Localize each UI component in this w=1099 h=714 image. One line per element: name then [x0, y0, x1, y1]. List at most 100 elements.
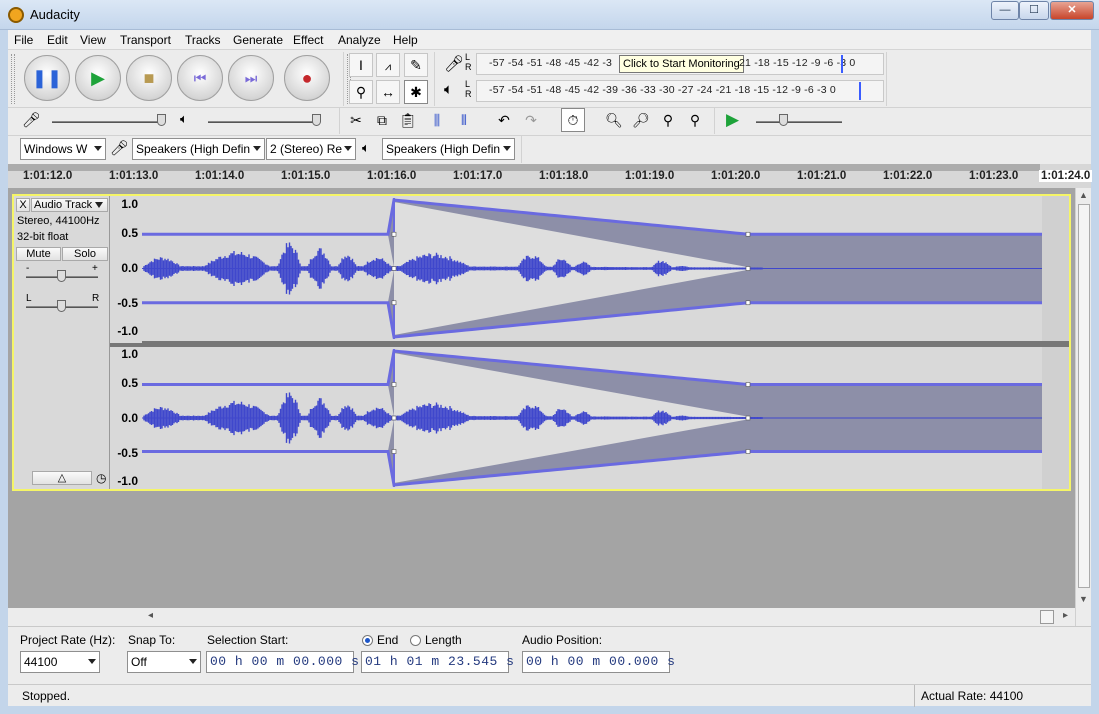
menu-edit[interactable]: Edit — [47, 33, 68, 47]
stop-button[interactable]: ■ — [126, 55, 172, 101]
menu-view[interactable]: View — [80, 33, 106, 47]
input-volume-thumb[interactable] — [157, 114, 166, 126]
fit-project-button[interactable]: ⚲ — [683, 109, 707, 133]
zoom-tool[interactable]: ⚲ — [349, 80, 373, 104]
vertical-scale[interactable]: 1.0 0.5 0.0 -0.5 -1.0 1.0 0.5 0.0 -0.5 -… — [110, 196, 142, 489]
zoom-in-button[interactable]: 🔍︎ — [602, 109, 626, 133]
play-speed-thumb[interactable] — [779, 114, 788, 126]
output-volume-thumb[interactable] — [312, 114, 321, 126]
track-menu-arrow-icon — [95, 202, 103, 208]
host-select[interactable]: Windows W — [20, 138, 106, 160]
paste-button[interactable]: 📋︎ — [396, 109, 420, 133]
selection-start-field[interactable]: 00 h 00 m 00.000 s — [206, 651, 359, 673]
sync-lock-button[interactable]: ⏱ — [561, 108, 585, 132]
timeshift-tool[interactable]: ↔ — [376, 80, 400, 104]
undo-button[interactable]: ↶ — [492, 109, 516, 133]
pause-button[interactable]: ❚❚ — [24, 55, 70, 101]
playback-meter-icon[interactable]: 🔈︎ — [444, 81, 453, 98]
project-rate-select[interactable]: 44100 — [20, 651, 100, 673]
scroll-up-icon[interactable]: ▲ — [1079, 190, 1088, 200]
maximize-button[interactable]: ☐ — [1019, 1, 1049, 20]
multi-tool-icon: ✱ — [410, 84, 422, 100]
scroll-left-icon[interactable]: ◂ — [148, 610, 153, 621]
vertical-scrollbar[interactable]: ▲ ▼ — [1075, 188, 1091, 626]
close-button[interactable]: ✕ — [1050, 1, 1094, 20]
record-meter[interactable]: -57 -54 -51 -48 -45 -42 -3 Click to Star… — [476, 53, 884, 75]
solo-button[interactable]: Solo — [62, 247, 108, 261]
skip-start-button[interactable]: ⏮ — [177, 55, 223, 101]
menu-effect[interactable]: Effect — [293, 33, 323, 47]
play-button[interactable]: ▶ — [75, 55, 121, 101]
playback-device-select[interactable]: Speakers (High Defin — [382, 138, 515, 160]
menu-generate[interactable]: Generate — [233, 33, 283, 47]
redo-button[interactable]: ↷ — [519, 109, 543, 133]
scroll-down-icon[interactable]: ▼ — [1079, 594, 1088, 604]
track-menu-button[interactable]: Audio Track — [31, 198, 108, 212]
recording-device-select[interactable]: Speakers (High Defin — [132, 138, 265, 160]
microphone-icon: 🎤︎ — [22, 112, 42, 129]
track-close-button[interactable]: X — [16, 198, 30, 212]
audio-position-field[interactable]: 00 h 00 m 00.000 s — [522, 651, 675, 673]
menu-help[interactable]: Help — [393, 33, 418, 47]
timeline-ruler[interactable]: 1:01:12.0 1:01:13.0 1:01:14.0 1:01:15.0 … — [8, 164, 1093, 188]
paste-icon: 📋︎ — [399, 112, 417, 128]
mute-button[interactable]: Mute — [16, 247, 61, 261]
meter-left-label: L — [465, 52, 471, 62]
track-control-panel: X Audio Track Stereo, 44100Hz 32-bit flo… — [14, 196, 110, 489]
snap-to-label: Snap To: — [128, 633, 176, 647]
zoom-out-button[interactable]: 🔎︎ — [629, 109, 653, 133]
cut-button[interactable]: ✂ — [344, 109, 368, 133]
channels-select[interactable]: 2 (Stereo) Re — [266, 138, 356, 160]
scroll-right-icon[interactable]: ▸ — [1063, 610, 1068, 621]
silence-button[interactable]: ⫴ — [452, 109, 476, 133]
end-radio[interactable] — [362, 635, 373, 646]
peak-marker — [841, 55, 843, 73]
menu-transport[interactable]: Transport — [120, 33, 171, 47]
ruler-label: 1:01:13.0 — [109, 170, 159, 182]
horizontal-scroll-thumb[interactable] — [1040, 610, 1054, 624]
microphone-icon: 🎤︎ — [110, 140, 130, 157]
fit-selection-button[interactable]: ⚲ — [656, 109, 680, 133]
horizontal-scrollbar[interactable]: ◂ ▸ — [8, 608, 1075, 626]
play-at-speed-button[interactable]: ▶ — [726, 110, 739, 130]
fit-project-icon: ⚲ — [689, 112, 701, 128]
pan-left-label: L — [26, 293, 32, 304]
trim-button[interactable]: ⫼ — [425, 109, 449, 133]
menu-file[interactable]: File — [14, 33, 33, 47]
snap-to-select[interactable]: Off — [127, 651, 201, 673]
skip-end-button[interactable]: ⏭ — [228, 55, 274, 101]
selection-tool[interactable]: I — [349, 53, 373, 77]
selection-end-field[interactable]: 01 h 01 m 23.545 s — [361, 651, 514, 673]
multi-tool[interactable]: ✱ — [404, 80, 428, 104]
zoom-out-icon: 🔎︎ — [632, 112, 650, 128]
audio-track[interactable]: X Audio Track Stereo, 44100Hz 32-bit flo… — [12, 194, 1071, 491]
envelope-tool[interactable]: ⩘ — [376, 53, 400, 77]
gain-thumb[interactable] — [57, 270, 66, 282]
input-volume-slider[interactable] — [52, 121, 164, 123]
minimize-button[interactable]: — — [991, 1, 1019, 20]
record-icon: ● — [301, 68, 313, 88]
waveform-display[interactable] — [142, 196, 1069, 489]
draw-tool[interactable]: ✎ — [404, 53, 428, 77]
title-bar: Audacity — ☐ ✕ — [0, 0, 1099, 30]
toolbar-grip[interactable] — [11, 54, 15, 104]
menu-analyze[interactable]: Analyze — [338, 33, 381, 47]
vertical-scroll-thumb[interactable] — [1078, 204, 1090, 588]
scale-label: -1.0 — [117, 474, 138, 488]
host-value: Windows W — [24, 142, 88, 156]
menu-tracks[interactable]: Tracks — [185, 33, 221, 47]
record-meter-icon[interactable]: 🎤︎ — [444, 54, 464, 74]
pan-thumb[interactable] — [57, 300, 66, 312]
record-button[interactable]: ● — [284, 55, 330, 101]
copy-button[interactable]: ⧉ — [370, 109, 394, 133]
collapse-icon: △ — [57, 472, 67, 484]
output-volume-slider[interactable] — [208, 121, 320, 123]
collapse-track-button[interactable]: △ — [32, 471, 92, 485]
scissors-icon: ✂ — [350, 112, 362, 128]
play-speed-slider[interactable] — [756, 121, 842, 123]
skip-start-icon: ⏮ — [193, 70, 207, 86]
length-radio[interactable] — [410, 635, 421, 646]
ruler-label: 1:01:16.0 — [367, 170, 417, 182]
scale-label: 0.0 — [121, 261, 138, 275]
playback-meter[interactable]: -57 -54 -51 -48 -45 -42 -39 -36 -33 -30 … — [476, 80, 884, 102]
